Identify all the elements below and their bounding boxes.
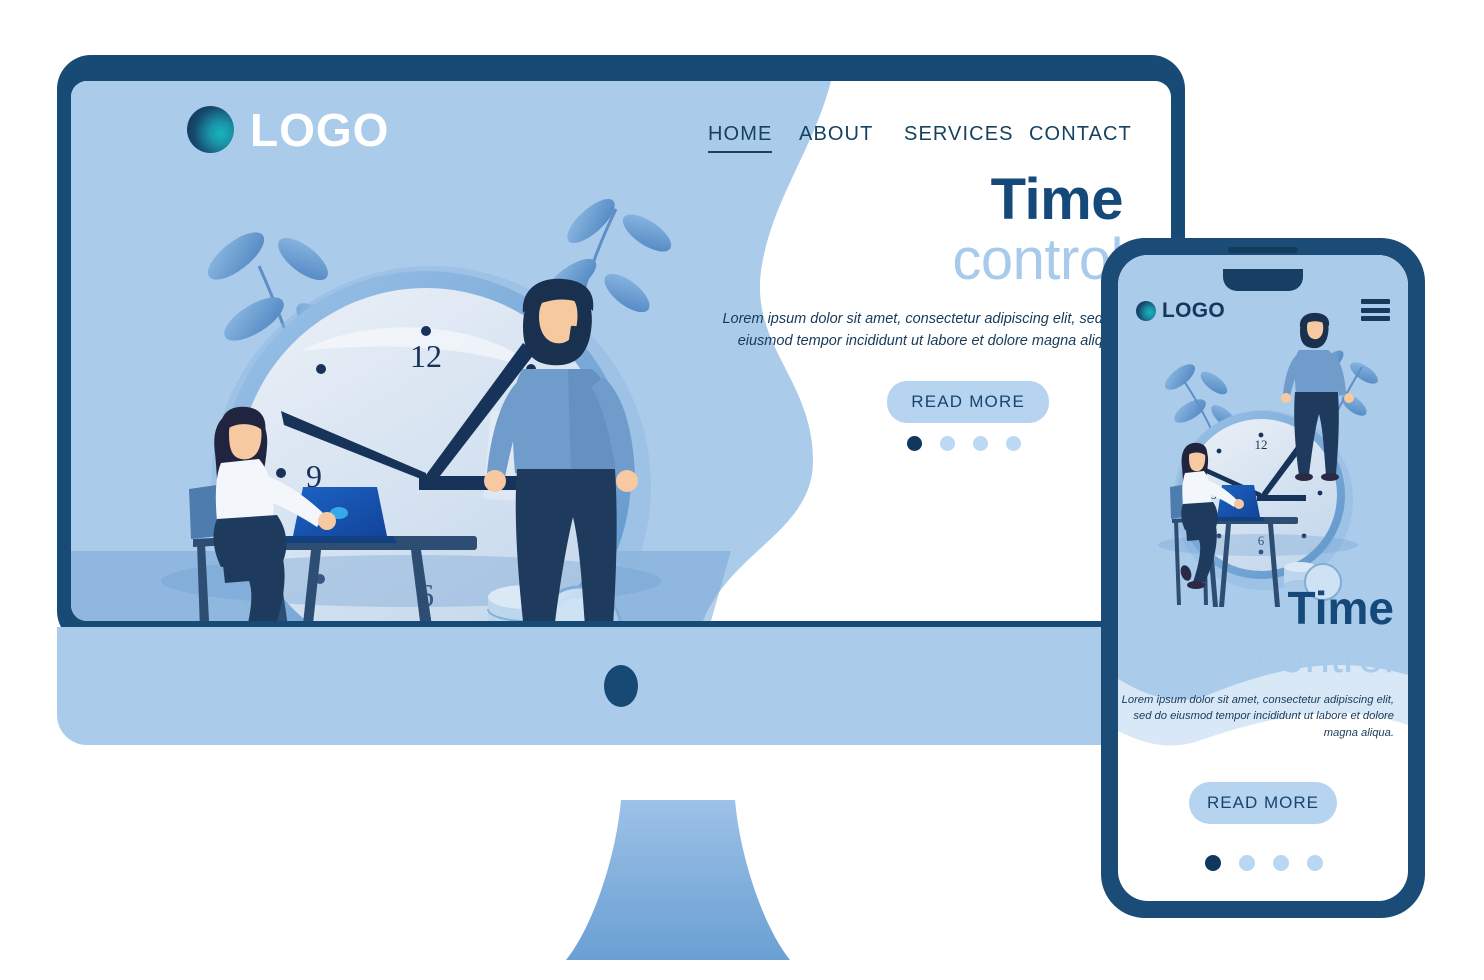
phone-notch bbox=[1223, 269, 1303, 291]
phone-carousel-dot-3[interactable] bbox=[1273, 855, 1289, 871]
hamburger-menu-icon[interactable] bbox=[1361, 299, 1390, 321]
hero-section: Time control Lorem ipsum dolor sit amet,… bbox=[703, 171, 1123, 353]
nav-item-home[interactable]: HOME bbox=[708, 123, 773, 153]
phone-carousel-dot-4[interactable] bbox=[1307, 855, 1323, 871]
phone-carousel-dot-2[interactable] bbox=[1239, 855, 1255, 871]
nav-item-services[interactable]: SERVICES bbox=[904, 123, 1014, 146]
monitor-stand bbox=[518, 800, 838, 968]
phone-speaker bbox=[1228, 247, 1298, 253]
monitor-screen: 12 9 6 bbox=[71, 81, 1171, 621]
carousel-dot-1[interactable] bbox=[907, 436, 922, 451]
hamburger-bar-1 bbox=[1361, 299, 1390, 304]
phone-brand-name: LOGO bbox=[1162, 299, 1226, 322]
nav-item-contact[interactable]: CONTACT bbox=[1029, 123, 1132, 146]
hero-description: Lorem ipsum dolor sit amet, consectetur … bbox=[722, 310, 1123, 350]
monitor-brand-dot-icon bbox=[604, 665, 638, 707]
monitor-chin bbox=[57, 627, 1185, 745]
main-navigation: HOME ABOUT SERVICES CONTACT bbox=[71, 123, 1171, 163]
phone-page-subtitle: control bbox=[1255, 630, 1394, 682]
page-title: Time bbox=[990, 167, 1124, 232]
svg-text:12: 12 bbox=[1255, 437, 1268, 452]
carousel-dot-2[interactable] bbox=[940, 436, 955, 451]
phone-read-more-button[interactable]: READ MORE bbox=[1189, 782, 1337, 824]
carousel-dot-4[interactable] bbox=[1006, 436, 1021, 451]
phone-page-title: Time bbox=[1287, 582, 1394, 634]
page-subtitle: control bbox=[952, 227, 1123, 292]
phone-circle-logo-icon bbox=[1136, 301, 1156, 321]
phone-hero-description: Lorem ipsum dolor sit amet, consectetur … bbox=[1121, 693, 1394, 740]
hamburger-bar-3 bbox=[1361, 316, 1390, 321]
nav-item-about[interactable]: ABOUT bbox=[799, 123, 873, 146]
svg-text:12: 12 bbox=[410, 338, 442, 374]
phone-carousel-dots bbox=[1205, 855, 1323, 871]
phone-screen: 12 9 6 bbox=[1118, 255, 1408, 901]
carousel-dots bbox=[907, 436, 1021, 451]
phone-hero-section: Time control Lorem ipsum dolor sit amet,… bbox=[1118, 585, 1394, 742]
mobile-phone-mockup: 12 9 6 bbox=[1101, 238, 1425, 918]
phone-carousel-dot-1[interactable] bbox=[1205, 855, 1221, 871]
phone-brand-logo[interactable]: LOGO bbox=[1136, 299, 1225, 323]
carousel-dot-3[interactable] bbox=[973, 436, 988, 451]
desktop-monitor-mockup: 12 9 6 bbox=[57, 55, 1185, 960]
hamburger-bar-2 bbox=[1361, 307, 1390, 313]
read-more-button[interactable]: READ MORE bbox=[887, 381, 1049, 423]
